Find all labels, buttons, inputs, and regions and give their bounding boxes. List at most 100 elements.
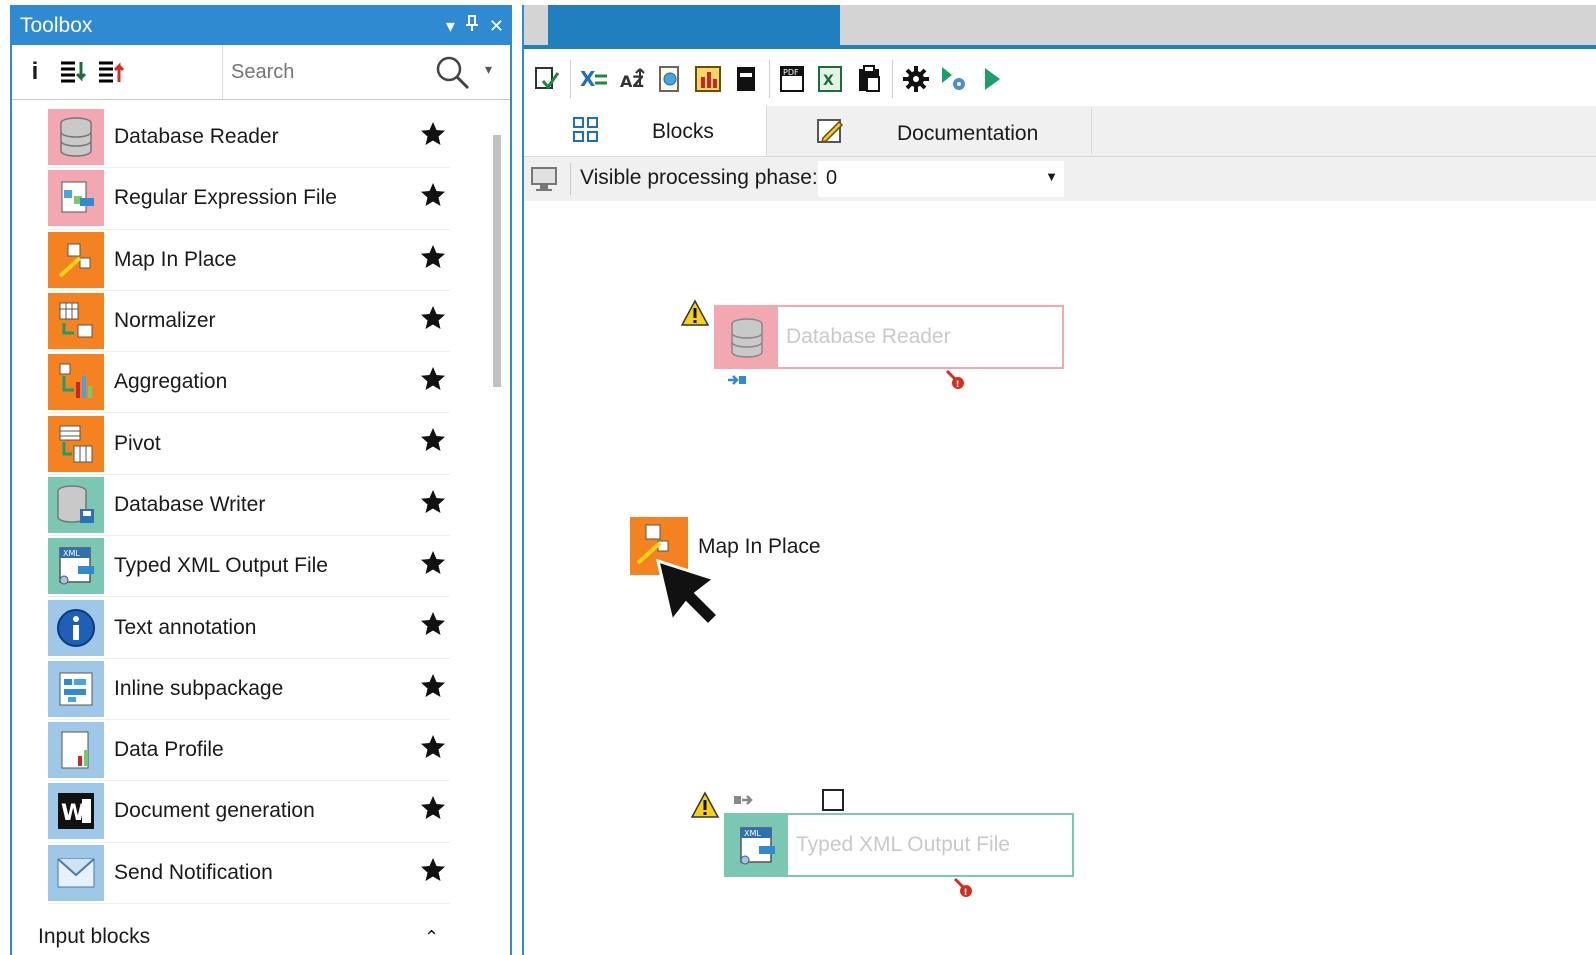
favorite-star-icon[interactable] — [420, 305, 446, 331]
phase-separator — [570, 163, 571, 195]
toolbar-separator — [892, 60, 893, 98]
error-port-icon[interactable]: ! — [952, 877, 974, 899]
favorite-star-icon[interactable] — [420, 244, 446, 270]
toolbox-item-data-profile[interactable]: Data Profile — [48, 720, 450, 782]
blocks-grid-icon — [573, 117, 598, 142]
dragged-block-label: Map In Place — [698, 535, 821, 558]
sort-blocks-icon[interactable]: AZ — [617, 64, 647, 94]
favorite-star-icon[interactable] — [420, 182, 446, 208]
toolbox-item-label: Database Reader — [114, 125, 279, 149]
favorite-star-icon[interactable] — [420, 857, 446, 883]
toolbox-item-pivot[interactable]: Pivot — [48, 413, 450, 475]
close-icon[interactable]: ✕ — [489, 7, 504, 45]
warning-icon[interactable] — [680, 299, 710, 327]
canvas-block-typed-xml-output-file[interactable]: XML Typed XML Output File — [724, 813, 1074, 877]
favorite-star-icon[interactable] — [420, 427, 446, 453]
data-profile-icon — [48, 722, 104, 779]
mouse-cursor-icon — [655, 558, 721, 627]
toolbar-separator — [769, 60, 770, 98]
design-canvas[interactable]: Database Reader ! Map In Place XML Typed… — [524, 201, 1596, 955]
active-document-tab[interactable] — [548, 5, 840, 47]
sort-favorites-icon[interactable] — [96, 57, 126, 87]
toolbar-separator — [570, 60, 571, 98]
script-icon[interactable] — [655, 64, 685, 94]
toolbox-item-label: Document generation — [114, 799, 315, 823]
xml-output-icon: XML — [48, 538, 104, 595]
search-icon[interactable] — [433, 53, 473, 93]
svg-text:!: ! — [956, 380, 960, 390]
toolbox-item-typed-xml-output-file[interactable]: XML Typed XML Output File — [48, 536, 450, 598]
toolbox-item-send-notification[interactable]: Send Notification — [48, 843, 450, 904]
toolbox-item-database-reader[interactable]: Database Reader — [48, 107, 450, 169]
map-in-place-icon — [48, 231, 104, 288]
variables-icon[interactable]: X — [579, 64, 609, 94]
tab-documentation[interactable]: Documentation — [767, 108, 1092, 154]
package-editor: X AZ PDF X Blocks Documentation Visible … — [522, 5, 1596, 955]
chevron-down-icon[interactable]: ▼ — [1045, 169, 1058, 184]
excel-export-icon[interactable]: X — [816, 64, 846, 94]
database-reader-icon — [716, 307, 778, 369]
editor-toolbar: X AZ PDF X — [524, 51, 1596, 107]
scrollbar-thumb[interactable] — [493, 135, 501, 387]
phase-bar: Visible processing phase: 0 ▼ — [524, 157, 1596, 201]
input-port-icon[interactable] — [732, 793, 754, 807]
toolbox-title-bar: Toolbox ▾ ✕ — [12, 7, 510, 45]
svg-text:W: W — [61, 801, 85, 826]
favorite-star-icon[interactable] — [420, 366, 446, 392]
sort-list-icon[interactable] — [58, 57, 88, 87]
toolbox-item-text-annotation[interactable]: Text annotation — [48, 597, 450, 659]
block-checkbox[interactable] — [822, 789, 844, 811]
warning-icon[interactable] — [690, 791, 720, 819]
toolbox-item-label: Typed XML Output File — [114, 554, 328, 578]
info-toggle-icon[interactable]: i — [20, 57, 50, 87]
phase-value: 0 — [826, 167, 838, 189]
run-with-settings-icon[interactable] — [939, 64, 969, 94]
toolbox-item-regular-expression-file[interactable]: Regular Expression File — [48, 168, 450, 230]
pin-icon[interactable] — [465, 7, 479, 45]
favorite-star-icon[interactable] — [420, 673, 446, 699]
toolbox-scrollbar[interactable] — [490, 105, 504, 955]
toolbox-item-database-writer[interactable]: Database Writer — [48, 475, 450, 537]
clipboard-icon[interactable] — [854, 64, 884, 94]
favorite-star-icon[interactable] — [420, 611, 446, 637]
settings-gear-icon[interactable] — [901, 64, 931, 94]
notes-icon[interactable] — [731, 64, 761, 94]
collapse-section-icon[interactable]: ⌃ — [424, 927, 439, 948]
toolbox-item-map-in-place[interactable]: Map In Place — [48, 230, 450, 291]
favorite-star-icon[interactable] — [420, 489, 446, 515]
tab-blocks[interactable]: Blocks — [524, 106, 767, 156]
favorite-star-icon[interactable] — [420, 550, 446, 576]
document-tab-bar — [524, 5, 1596, 49]
documentation-icon — [817, 119, 844, 144]
run-icon[interactable] — [977, 64, 1007, 94]
pdf-export-icon[interactable]: PDF — [778, 64, 808, 94]
canvas-block-database-reader[interactable]: Database Reader — [714, 305, 1064, 369]
search-input[interactable] — [229, 55, 433, 89]
section-header-input-blocks[interactable]: Input blocks — [38, 925, 150, 949]
svg-text:PDF: PDF — [783, 68, 799, 77]
database-reader-icon — [48, 109, 104, 166]
dropdown-arrow-icon[interactable]: ▾ — [446, 7, 455, 45]
favorite-star-icon[interactable] — [420, 734, 446, 760]
output-port-icon[interactable] — [726, 373, 748, 387]
toolbox-item-label: Database Writer — [114, 492, 266, 516]
toolbox-title: Toolbox — [20, 14, 93, 37]
toolbox-item-aggregation[interactable]: Aggregation — [48, 352, 450, 414]
favorite-star-icon[interactable] — [420, 121, 446, 147]
phase-select[interactable]: 0 ▼ — [818, 161, 1064, 197]
search-options-icon[interactable]: ▾ — [485, 61, 492, 78]
toolbox-item-label: Inline subpackage — [114, 676, 284, 700]
toolbox-item-inline-subpackage[interactable]: Inline subpackage — [48, 659, 450, 720]
word-doc-icon: W — [48, 783, 104, 840]
normalizer-icon — [48, 293, 104, 350]
toolbox-item-normalizer[interactable]: Normalizer — [48, 291, 450, 353]
svg-text:X: X — [580, 67, 596, 91]
error-port-icon[interactable]: ! — [944, 369, 966, 391]
favorite-star-icon[interactable] — [420, 795, 446, 821]
chart-report-icon[interactable] — [693, 64, 723, 94]
canvas-block-label: Typed XML Output File — [796, 833, 1010, 856]
svg-text:XML: XML — [744, 829, 761, 838]
search-container: ▾ — [222, 45, 510, 99]
validate-icon[interactable] — [532, 64, 562, 94]
toolbox-item-document-generation[interactable]: W Document generation — [48, 781, 450, 843]
